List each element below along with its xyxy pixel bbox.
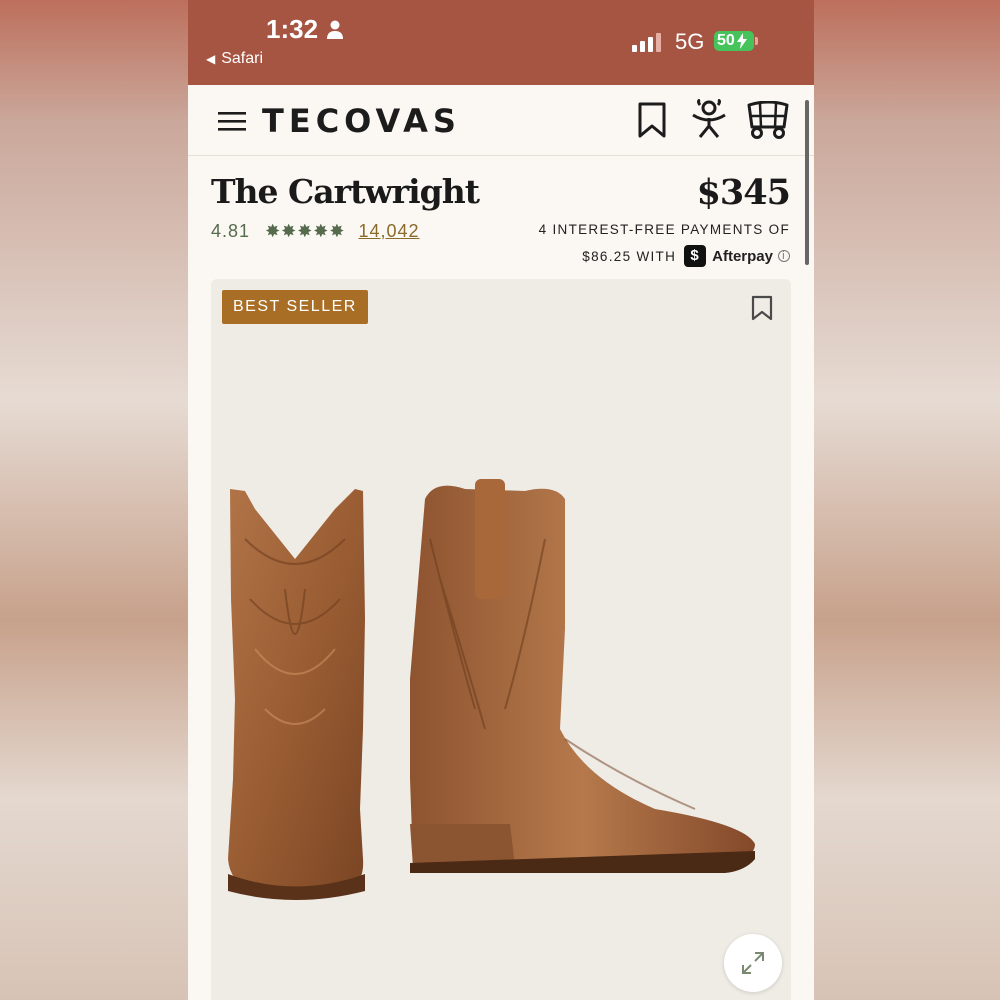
account-icon[interactable] xyxy=(691,99,727,139)
phone-screen: 1:32 ◀ Safari 5G 50 TECOVAS The Cartwrig… xyxy=(188,0,814,1000)
status-bar: 1:32 ◀ Safari 5G 50 xyxy=(188,0,814,85)
brand-logo[interactable]: TECOVAS xyxy=(262,102,461,140)
cellular-signal-icon xyxy=(632,33,661,52)
payments-text-line2: $86.25 WITH $ Afterpay i xyxy=(582,245,790,267)
menu-icon[interactable] xyxy=(218,110,246,132)
product-price: $345 xyxy=(696,172,791,213)
afterpay-label: Afterpay xyxy=(712,247,773,265)
front-boot xyxy=(228,489,365,900)
back-app-label: Safari xyxy=(221,50,264,67)
best-seller-badge: BEST SELLER xyxy=(222,290,368,324)
person-icon xyxy=(327,20,343,39)
info-icon[interactable]: i xyxy=(778,250,790,262)
back-to-safari-link[interactable]: ◀ Safari xyxy=(206,50,263,68)
payment-amount-text: $86.25 WITH xyxy=(582,248,677,264)
status-time: 1:32 xyxy=(266,14,319,44)
review-count-link[interactable]: 14,042 xyxy=(359,221,420,241)
expand-image-button[interactable] xyxy=(724,934,782,992)
afterpay-logo-icon: $ xyxy=(684,245,707,267)
battery-indicator: 50 xyxy=(714,31,754,51)
scrollbar[interactable] xyxy=(805,100,809,265)
back-arrow-icon: ◀ xyxy=(206,52,216,66)
product-image-card[interactable]: BEST SELLER xyxy=(211,279,791,1000)
product-title: The Cartwright xyxy=(211,172,480,211)
background-blur-right xyxy=(814,0,1000,1000)
payments-text-line1: 4 INTEREST-FREE PAYMENTS OF xyxy=(538,222,790,237)
rating-value: 4.81 xyxy=(211,221,251,241)
side-boot xyxy=(410,479,755,873)
battery-nub xyxy=(755,37,758,45)
background-blur-left xyxy=(0,0,188,1000)
bookmark-icon[interactable] xyxy=(637,102,667,138)
charging-bolt-icon xyxy=(737,33,747,49)
battery-level: 50 xyxy=(717,32,735,49)
star-rating-icons: ✸✸✸✸✸ xyxy=(265,221,346,241)
product-boots-image xyxy=(228,479,755,900)
rating-row: 4.81 ✸✸✸✸✸ 14,042 xyxy=(211,221,420,242)
bookmark-icon[interactable] xyxy=(751,295,773,321)
wagon-cart-icon[interactable] xyxy=(746,101,790,139)
expand-icon xyxy=(742,952,764,974)
network-type: 5G xyxy=(675,29,705,54)
site-header: TECOVAS xyxy=(188,85,814,156)
